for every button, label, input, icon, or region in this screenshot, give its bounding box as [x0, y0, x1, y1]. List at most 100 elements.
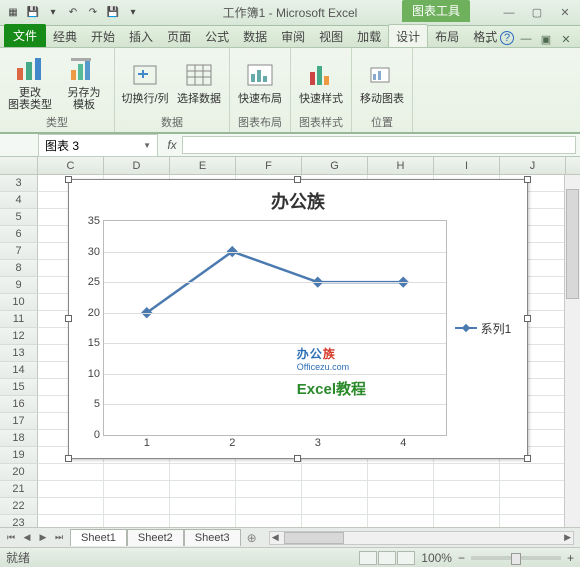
page-break-view-icon[interactable]: [397, 551, 415, 565]
cell[interactable]: [170, 515, 236, 527]
new-sheet-icon[interactable]: ⊕: [241, 531, 263, 545]
cell[interactable]: [38, 498, 104, 515]
cell[interactable]: [38, 481, 104, 498]
resize-handle[interactable]: [65, 176, 72, 183]
column-header[interactable]: F: [236, 157, 302, 174]
row-header[interactable]: 10: [0, 294, 38, 311]
row-header[interactable]: 22: [0, 498, 38, 515]
embedded-chart[interactable]: 办公族 05101520253035 1234 办公族 Officezu.com…: [68, 179, 528, 459]
zoom-percent[interactable]: 100%: [421, 551, 452, 565]
select-all-corner[interactable]: [0, 157, 38, 174]
cell[interactable]: [368, 498, 434, 515]
resize-handle[interactable]: [65, 315, 72, 322]
resize-handle[interactable]: [524, 455, 531, 462]
resize-handle[interactable]: [524, 315, 531, 322]
zoom-slider[interactable]: [471, 556, 561, 560]
horizontal-scrollbar[interactable]: ◀ ▶: [269, 531, 574, 545]
cell[interactable]: [500, 515, 566, 527]
change-chart-type-button[interactable]: 更改 图表类型: [6, 53, 54, 111]
name-box-dropdown-icon[interactable]: ▼: [143, 141, 151, 150]
column-header[interactable]: H: [368, 157, 434, 174]
cell[interactable]: [434, 481, 500, 498]
cell[interactable]: [368, 515, 434, 527]
tab-insert[interactable]: 插入: [122, 25, 160, 47]
worksheet-area[interactable]: CDEFGHIJ 3456789101112131415161718192021…: [0, 157, 580, 527]
row-header[interactable]: 12: [0, 328, 38, 345]
column-header[interactable]: D: [104, 157, 170, 174]
doc-close-icon[interactable]: ✕: [558, 31, 574, 47]
row-header[interactable]: 16: [0, 396, 38, 413]
save-icon[interactable]: 💾: [24, 4, 42, 22]
cell[interactable]: [368, 481, 434, 498]
move-chart-button[interactable]: 移动图表: [358, 59, 406, 105]
quick-styles-button[interactable]: 快速样式: [297, 59, 345, 105]
cell[interactable]: [104, 481, 170, 498]
minimize-ribbon-icon[interactable]: ⌄: [480, 31, 496, 47]
row-header[interactable]: 5: [0, 209, 38, 226]
chart-legend[interactable]: 系列1: [447, 220, 519, 436]
cell[interactable]: [302, 481, 368, 498]
cell[interactable]: [302, 498, 368, 515]
sheet-tab-1[interactable]: Sheet1: [70, 529, 127, 546]
row-header[interactable]: 14: [0, 362, 38, 379]
minimize-icon[interactable]: —: [498, 5, 520, 21]
tab-layout[interactable]: 布局: [428, 25, 466, 47]
formula-input[interactable]: [182, 136, 576, 154]
prev-sheet-icon[interactable]: ◀: [20, 532, 34, 543]
row-header[interactable]: 17: [0, 413, 38, 430]
plot-area[interactable]: 05101520253035 1234 办公族 Officezu.com Exc…: [103, 220, 447, 436]
column-header[interactable]: I: [434, 157, 500, 174]
redo-icon[interactable]: ↷: [84, 4, 102, 22]
cell[interactable]: [500, 464, 566, 481]
cell[interactable]: [434, 515, 500, 527]
row-header[interactable]: 13: [0, 345, 38, 362]
row-header[interactable]: 19: [0, 447, 38, 464]
row-header[interactable]: 9: [0, 277, 38, 294]
cell[interactable]: [302, 515, 368, 527]
doc-restore-icon[interactable]: ▣: [538, 31, 554, 47]
cell[interactable]: [104, 515, 170, 527]
zoom-out-icon[interactable]: −: [458, 551, 465, 565]
row-header[interactable]: 11: [0, 311, 38, 328]
switch-row-col-button[interactable]: 切换行/列: [121, 59, 169, 105]
tab-file[interactable]: 文件: [4, 24, 46, 47]
tab-view[interactable]: 视图: [312, 25, 350, 47]
row-header[interactable]: 23: [0, 515, 38, 527]
row-header[interactable]: 8: [0, 260, 38, 277]
close-icon[interactable]: ✕: [554, 5, 576, 21]
row-header[interactable]: 20: [0, 464, 38, 481]
row-header[interactable]: 18: [0, 430, 38, 447]
row-header[interactable]: 21: [0, 481, 38, 498]
name-box[interactable]: 图表 3 ▼: [38, 134, 158, 157]
cell[interactable]: [500, 481, 566, 498]
cell[interactable]: [236, 464, 302, 481]
tab-review[interactable]: 审阅: [274, 25, 312, 47]
cell[interactable]: [104, 498, 170, 515]
cell[interactable]: [38, 515, 104, 527]
tab-data[interactable]: 数据: [236, 25, 274, 47]
cell[interactable]: [434, 498, 500, 515]
cell[interactable]: [368, 464, 434, 481]
save-icon-2[interactable]: 💾: [104, 4, 122, 22]
cell[interactable]: [38, 464, 104, 481]
row-header[interactable]: 6: [0, 226, 38, 243]
scrollbar-thumb[interactable]: [284, 532, 344, 544]
maximize-icon[interactable]: ▢: [526, 5, 548, 21]
select-data-button[interactable]: 选择数据: [175, 59, 223, 105]
tab-formulas[interactable]: 公式: [198, 25, 236, 47]
sheet-tab-2[interactable]: Sheet2: [127, 529, 184, 546]
first-sheet-icon[interactable]: ⏮: [4, 532, 18, 543]
fx-icon[interactable]: fx: [162, 138, 182, 152]
help-icon[interactable]: ?: [500, 31, 514, 45]
scroll-right-icon[interactable]: ▶: [564, 532, 571, 543]
doc-minimize-icon[interactable]: —: [518, 31, 534, 47]
qat-dropdown-icon[interactable]: ▾: [44, 4, 62, 22]
vertical-scrollbar[interactable]: [564, 175, 580, 527]
resize-handle[interactable]: [65, 455, 72, 462]
cell[interactable]: [236, 481, 302, 498]
tab-page[interactable]: 页面: [160, 25, 198, 47]
cell[interactable]: [170, 481, 236, 498]
row-header[interactable]: 4: [0, 192, 38, 209]
quick-layout-button[interactable]: 快速布局: [236, 59, 284, 105]
resize-handle[interactable]: [524, 176, 531, 183]
